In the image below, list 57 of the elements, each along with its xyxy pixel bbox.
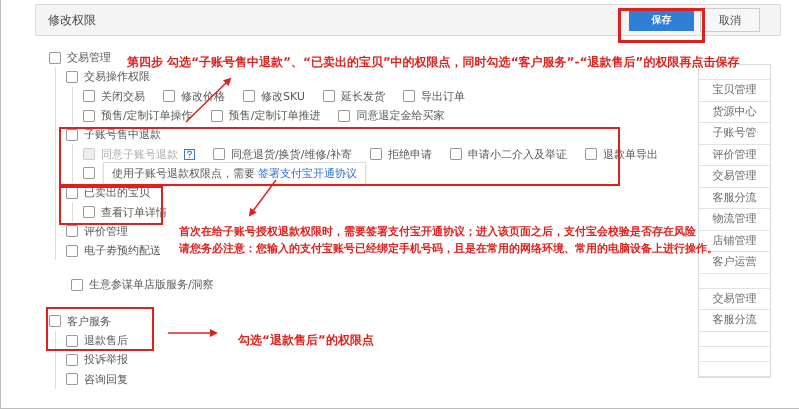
checkbox[interactable]	[210, 110, 223, 122]
checkbox-label[interactable]: 交易管理	[67, 50, 111, 66]
checkbox[interactable]	[585, 148, 598, 160]
checkbox-label[interactable]: 交易操作权限	[84, 69, 150, 84]
tooltip-text: 使用子账号退款权限点，需要	[112, 166, 255, 181]
checkbox[interactable]	[66, 70, 78, 83]
checkbox[interactable]	[243, 90, 255, 102]
arrow	[248, 180, 277, 217]
checkbox-label[interactable]: 关闭交易	[101, 88, 145, 104]
checkbox[interactable]	[83, 167, 95, 180]
checkbox-label[interactable]: 退款售后	[84, 333, 128, 348]
checkbox-label[interactable]: 预售/定制订单推进	[228, 108, 320, 124]
side-nav-item[interactable]: 货源中心	[699, 102, 770, 123]
checkbox[interactable]	[83, 90, 95, 102]
checkbox[interactable]	[71, 278, 83, 291]
checkbox-label[interactable]: 同意退货/换货/维修/补寄	[231, 146, 352, 162]
checkbox[interactable]	[163, 90, 175, 102]
arrow	[168, 329, 218, 337]
checkbox-label[interactable]: 电子劵预约配送	[84, 243, 161, 258]
checkbox-label[interactable]: 生意参谋单店版服务/洞察	[89, 277, 214, 292]
checkbox[interactable]	[338, 110, 350, 122]
panel-title: 修改权限	[48, 12, 97, 28]
checkbox-label[interactable]: 拒绝申请	[388, 146, 432, 162]
checkbox-label[interactable]: 子账号售中退款	[84, 127, 161, 142]
checkbox[interactable]	[66, 225, 78, 238]
checkbox[interactable]	[66, 244, 78, 257]
checkbox-label[interactable]: 咨询回复	[84, 372, 128, 387]
annotation-text: 首次在给子账号授权退款权限时，需要签署支付宝开通协议；进入该页面之后，支付宝会校验是否存在风险	[179, 224, 696, 239]
checkbox[interactable]	[66, 334, 78, 346]
checkbox-label[interactable]: 申请小二介入及举证	[468, 146, 568, 162]
checkbox-label[interactable]: 客户服务	[67, 314, 111, 329]
agreement-link[interactable]: 签署支付宝开通协议	[258, 166, 357, 181]
cancel-button[interactable]: 取消	[700, 8, 760, 32]
annotation-text: 勾选“退款售后”的权限点	[238, 332, 374, 349]
checkbox[interactable]	[66, 373, 78, 386]
side-nav-item[interactable]: 交易管理	[699, 288, 770, 310]
side-nav-item[interactable]: 客服分流	[699, 188, 770, 209]
checkbox[interactable]	[402, 90, 415, 102]
checkbox-label[interactable]: 导出订单	[420, 88, 465, 104]
checkbox-label[interactable]: 投诉举报	[84, 352, 128, 368]
checkbox[interactable]	[49, 315, 61, 328]
checkbox[interactable]	[83, 206, 95, 218]
checkbox-label[interactable]: 延长发货	[340, 88, 385, 104]
checkbox[interactable]	[66, 128, 78, 141]
side-nav-item[interactable]: 评价管理	[699, 144, 770, 166]
checkbox[interactable]	[450, 148, 462, 160]
annotation-text: 第四步 勾选“子账号售中退款”、“已卖出的宝贝”中的权限点，同时勾选“客户服务”-“退款售后”的权限再点击保存	[127, 54, 740, 71]
checkbox-label[interactable]: 同意退定金给买家	[356, 108, 444, 124]
checkbox[interactable]	[83, 110, 95, 122]
checkbox[interactable]	[370, 148, 382, 160]
checkbox[interactable]	[213, 148, 225, 160]
checkbox[interactable]	[49, 52, 61, 64]
save-button[interactable]: 保存	[629, 9, 694, 31]
checkbox-label[interactable]: 评价管理	[84, 224, 128, 239]
checkbox[interactable]	[322, 90, 335, 102]
checkbox[interactable]	[66, 354, 78, 366]
checkbox-label[interactable]: 修改SKU	[261, 88, 305, 104]
